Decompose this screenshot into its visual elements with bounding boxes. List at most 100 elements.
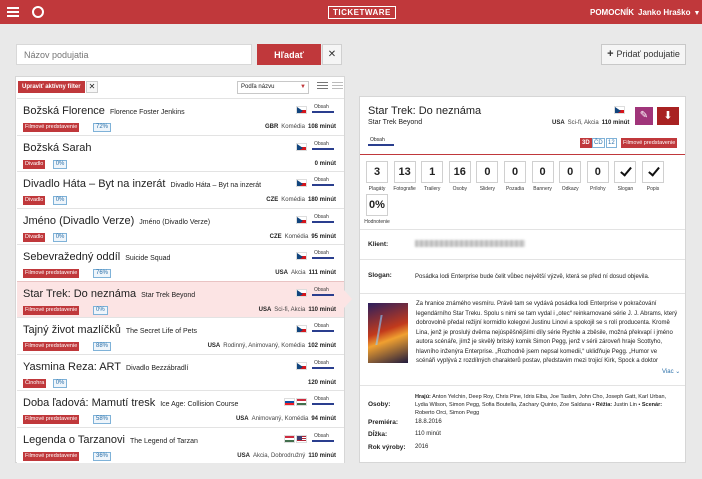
content-label: Obsah (314, 250, 329, 256)
list-item[interactable]: Star Trek: Do neznáma Star Trek Beyond Fil… (17, 280, 344, 317)
detail-genre: Sci-fi, Akcia (567, 120, 599, 126)
event-genre: Akcia (290, 270, 306, 276)
completeness-badge: 0% (52, 196, 68, 205)
list-item[interactable]: Yasmina Reza: ART Divadlo Bezzábradlí Čino… (17, 353, 344, 390)
event-title: Tajný život mazlíčků The Secret Life of P… (23, 324, 198, 336)
event-duration: 95 minút (311, 233, 336, 240)
event-country: CZE (269, 233, 282, 240)
show-more-link[interactable]: Viac ⌄ (662, 368, 680, 375)
chevron-down-icon: ▼ (300, 84, 306, 90)
event-title: Star Trek: Do neznáma Star Trek Beyond (23, 287, 196, 300)
user-menu[interactable]: Janko Hraško ▼ (638, 8, 700, 17)
event-meta: CZE Komédia 180 minút (266, 197, 336, 203)
content-label: Obsah (314, 396, 329, 402)
stat-label: Osoby (452, 186, 468, 192)
list-item[interactable]: Sebevražedný oddíl Suicide Squad Filmové p… (17, 244, 344, 280)
stat-box[interactable]: 13 (393, 161, 416, 183)
list-item[interactable]: Jméno (Divadlo Verze) Jméno (Divadlo Verz… (17, 207, 344, 244)
compact-view-icon[interactable] (332, 82, 343, 92)
rating-stat-label: Hodnotenie (364, 219, 390, 225)
cz-flag-icon (296, 325, 307, 333)
content-bar (312, 439, 334, 442)
content-label: Obsah (314, 359, 329, 366)
category-badge: Filmové predstavenie (23, 269, 80, 278)
writer-label: Scenár: (641, 402, 663, 408)
cz-flag-icon (296, 106, 307, 114)
stat-label: Popis (646, 186, 660, 192)
event-meta: 0 minút (309, 161, 336, 167)
top-bar: TICKETWARE POMOCNÍK Janko Hraško ▼ (0, 0, 702, 24)
event-title: Sebevražedný oddíl Suicide Squad (23, 251, 171, 263)
checkmark-icon[interactable] (642, 161, 664, 183)
content-label: Obsah (314, 286, 329, 293)
premiere-value: 18.8.2016 (415, 419, 442, 425)
list-item[interactable]: Divadlo Háta – Byt na inzerát Divadlo Hát… (17, 171, 344, 207)
completeness-badge: 76% (93, 269, 112, 278)
edit-filter-button[interactable]: Upraviť aktívny filter (18, 81, 85, 93)
plus-icon: + (607, 48, 614, 60)
edit-icon[interactable]: ✎ (635, 107, 653, 125)
cz-flag-icon (296, 142, 307, 151)
list-item[interactable]: Božská Sarah Divadlo 0% Obsah 0 minút (17, 134, 344, 171)
content-bar (368, 144, 394, 146)
detail-country: USA (552, 120, 565, 126)
event-original-title: Jméno (Divadlo Verze) (139, 218, 211, 226)
event-original-title: The Secret Life of Pets (125, 328, 198, 335)
list-item[interactable]: Legenda o Tarzanovi The Legend of Tarzan F… (17, 426, 344, 463)
event-list-panel: Upraviť aktívny filter ✕ Podľa názvu ▼ Bo… (15, 76, 345, 463)
detail-header: Star Trek: Do neznáma Star Trek Beyond U… (360, 97, 685, 155)
stat-box[interactable]: 0 (531, 161, 554, 183)
list-item[interactable]: Božská Florence Florence Foster Jenkins Fi… (17, 98, 344, 134)
search-button[interactable]: Hľadať (257, 44, 321, 65)
stat-label: Prílohy (590, 186, 606, 192)
checkmark-icon[interactable] (614, 161, 637, 183)
people-label: Osoby: (368, 401, 391, 408)
rating-stat[interactable]: 0% (366, 194, 388, 216)
content-bar (312, 293, 334, 296)
stat-box[interactable]: 0 (476, 161, 499, 183)
event-genre: Komédia (281, 197, 305, 203)
category-badge: Filmové predstavenie (621, 138, 678, 148)
event-duration: 94 minút (311, 416, 336, 422)
client-label: Klient: (368, 241, 389, 248)
stat-box[interactable]: 0 (586, 161, 609, 183)
director-label: Réžia: (595, 402, 613, 408)
event-country: USA (207, 343, 221, 349)
content-bar (312, 330, 334, 332)
logo-icon[interactable] (32, 6, 44, 18)
search-input[interactable] (16, 44, 252, 65)
content-bar (312, 147, 334, 150)
clear-filter-button[interactable]: ✕ (86, 81, 98, 93)
stat-label: Fotografie (393, 186, 416, 192)
add-event-button[interactable]: + Pridať podujatie (601, 44, 686, 65)
sort-select[interactable]: Podľa názvu ▼ (237, 81, 309, 94)
length-value: 110 minút (415, 431, 441, 437)
event-meta: USA Akcia 111 minút (275, 270, 336, 276)
stat-box[interactable]: 0 (559, 161, 582, 183)
download-icon[interactable]: ⬇ (657, 107, 679, 125)
stat-box[interactable]: 3 (366, 161, 388, 183)
completeness-badge: 72% (93, 123, 112, 132)
event-meta: 120 minút (302, 380, 336, 386)
category-badge: Divadlo (23, 196, 46, 205)
content-bar (312, 257, 334, 259)
menu-icon[interactable] (7, 7, 19, 17)
format-cd-badge: ČD (592, 138, 605, 148)
stat-box[interactable]: 0 (504, 161, 526, 183)
add-event-label: Pridať podujatie (616, 49, 680, 59)
stat-box[interactable]: 1 (421, 161, 444, 183)
list-item[interactable]: Tajný život mazlíčků The Secret Life of P… (17, 317, 344, 353)
content-label: Obsah (370, 137, 385, 143)
help-link[interactable]: POMOCNÍK (590, 8, 634, 17)
content-bar (312, 403, 334, 405)
list-view-icon[interactable] (317, 82, 328, 92)
stat-box[interactable]: 16 (448, 161, 471, 183)
event-duration: 110 minút (308, 306, 336, 313)
slogan-label: Slogan: (368, 272, 392, 279)
list-item[interactable]: Doba ľadová: Mamutí tresk Ice Age: Collis… (17, 390, 344, 426)
event-title: Yasmina Reza: ART Divadlo Bezzábradlí (23, 360, 189, 373)
poster-image[interactable] (368, 303, 408, 363)
cz-flag-icon (296, 179, 307, 187)
clear-search-button[interactable]: ✕ (322, 44, 342, 65)
event-original-title: Star Trek Beyond (141, 291, 196, 299)
